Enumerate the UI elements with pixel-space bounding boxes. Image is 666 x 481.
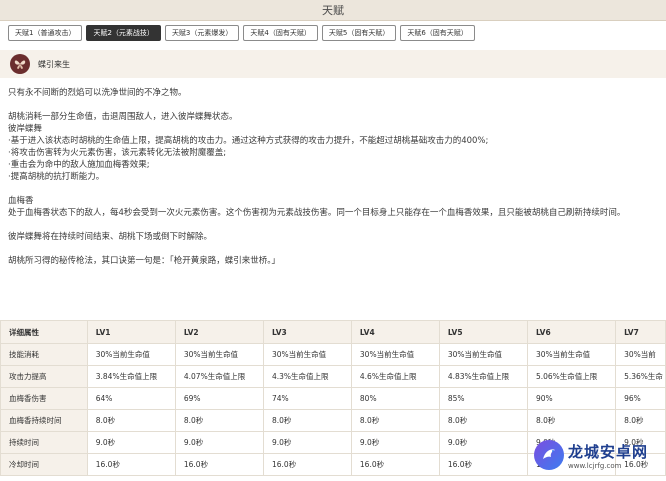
- watermark-title: 龙城安卓网: [568, 442, 649, 461]
- table-row-label: 攻击力提高: [0, 365, 88, 388]
- table-cell: 30%当前生命值: [438, 343, 528, 366]
- end-text: 彼岸蝶舞将在持续时间结束、胡桃下场或倒下时解除。: [8, 232, 213, 242]
- table-cell: 30%当前生命值: [86, 343, 176, 366]
- dragon-logo-icon: [534, 440, 564, 470]
- table-cell: 8.0秒: [526, 409, 617, 432]
- table-cell: 4.83%生命值上限: [438, 365, 528, 388]
- table-cell: 9.0秒: [438, 431, 528, 454]
- table-header-cell: LV1: [86, 320, 176, 344]
- table-cell: 30%当前生命值: [263, 343, 352, 366]
- skill-header: 蝶引来生: [0, 50, 666, 78]
- table-header-row: 详细属性 LV1 LV2 LV3 LV4 LV5 LV6 LV7: [0, 320, 666, 344]
- table-cell: 9.0秒: [174, 431, 265, 454]
- table-cell: 16.0秒: [350, 453, 440, 476]
- table-header-cell: LV6: [526, 320, 617, 344]
- table-header-cell: LV3: [263, 320, 352, 344]
- table-cell: 3.84%生命值上限: [86, 365, 176, 388]
- lore-text: 胡桃所习得的秘传枪法，其口诀第一句是：「枪开黄泉路，蝶引来世桥。」: [8, 256, 281, 266]
- state-line: ·将攻击伤害转为火元素伤害，该元素转化无法被附魔覆盖;: [8, 148, 227, 158]
- table-cell: 30%当前生命值: [526, 343, 617, 366]
- table-cell: 16.0秒: [263, 453, 352, 476]
- table-row-label: 冷却时间: [0, 453, 88, 476]
- table-cell: 8.0秒: [263, 409, 352, 432]
- table-cell: 8.0秒: [438, 409, 528, 432]
- table-cell: 30%当前: [615, 343, 666, 366]
- table-cell: 80%: [350, 387, 440, 410]
- watermark-url: www.lcjrfg.com: [568, 461, 622, 470]
- table-row: 血梅香持续时间 8.0秒 8.0秒 8.0秒 8.0秒 8.0秒 8.0秒 8.…: [0, 409, 666, 432]
- table-row-label: 持续时间: [0, 431, 88, 454]
- table-row: 技能消耗 30%当前生命值 30%当前生命值 30%当前生命值 30%当前生命值…: [0, 343, 666, 366]
- tab-talent-1[interactable]: 天赋1（普通攻击）: [8, 25, 83, 41]
- table-cell: 64%: [86, 387, 176, 410]
- table-cell: 30%当前生命值: [350, 343, 440, 366]
- table-cell: 8.0秒: [86, 409, 176, 432]
- table-cell: 4.3%生命值上限: [263, 365, 352, 388]
- table-header-cell: LV2: [174, 320, 265, 344]
- tab-talent-3[interactable]: 天赋3（元素爆发）: [164, 25, 240, 41]
- state-line: ·重击会为命中的敌人施加血梅香效果;: [8, 160, 150, 170]
- page-title: 天赋: [322, 4, 344, 17]
- table-cell: 74%: [263, 387, 352, 410]
- table-row: 攻击力提高 3.84%生命值上限 4.07%生命值上限 4.3%生命值上限 4.…: [0, 365, 666, 388]
- table-cell: 30%当前生命值: [174, 343, 265, 366]
- table-cell: 8.0秒: [174, 409, 265, 432]
- table-cell: 8.0秒: [350, 409, 440, 432]
- site-watermark: 龙城安卓网 www.lcjrfg.com: [534, 435, 662, 475]
- tab-talent-6[interactable]: 天赋6（固有天赋）: [400, 25, 475, 41]
- butterfly-icon: [10, 54, 30, 74]
- table-row: 血梅香伤害 64% 69% 74% 80% 85% 90% 96%: [0, 387, 666, 410]
- table-row-label: 血梅香伤害: [0, 387, 88, 410]
- tab-talent-4[interactable]: 天赋4（固有天赋）: [243, 25, 318, 41]
- talent-tabs: 天赋1（普通攻击） 天赋2（元素战技） 天赋3（元素爆发） 天赋4（固有天赋） …: [8, 25, 666, 41]
- table-cell: 5.36%生命: [615, 365, 666, 388]
- table-cell: 4.6%生命值上限: [350, 365, 440, 388]
- skill-description: 只有永不间断的烈焰可以洗净世间的不净之物。 胡桃消耗一部分生命值，击退周围敌人，…: [8, 87, 658, 267]
- table-header-cell: LV4: [350, 320, 440, 344]
- flavor-text: 只有永不间断的烈焰可以洗净世间的不净之物。: [8, 88, 187, 98]
- table-cell: 9.0秒: [86, 431, 176, 454]
- table-header-cell: 详细属性: [0, 320, 88, 344]
- skill-name: 蝶引来生: [38, 59, 70, 69]
- page-title-bar: 天赋: [0, 0, 666, 21]
- table-cell: 4.07%生命值上限: [174, 365, 265, 388]
- table-row-label: 技能消耗: [0, 343, 88, 366]
- table-cell: 16.0秒: [86, 453, 176, 476]
- blood-text: 处于血梅香状态下的敌人，每4秒会受到一次火元素伤害。这个伤害视为元素战技伤害。同…: [8, 208, 626, 218]
- table-cell: 69%: [174, 387, 265, 410]
- table-row-label: 血梅香持续时间: [0, 409, 88, 432]
- table-cell: 90%: [526, 387, 617, 410]
- table-cell: 9.0秒: [350, 431, 440, 454]
- table-cell: 8.0秒: [615, 409, 666, 432]
- state-line: ·提高胡桃的抗打断能力。: [8, 172, 105, 182]
- table-cell: 16.0秒: [174, 453, 265, 476]
- table-cell: 5.06%生命值上限: [526, 365, 617, 388]
- state-name: 彼岸蝶舞: [8, 124, 43, 134]
- tab-talent-2[interactable]: 天赋2（元素战技）: [86, 25, 161, 41]
- table-cell: 96%: [615, 387, 666, 410]
- tab-talent-5[interactable]: 天赋5（固有天赋）: [321, 25, 397, 41]
- table-cell: 85%: [438, 387, 528, 410]
- table-cell: 9.0秒: [263, 431, 352, 454]
- blood-name: 血梅香: [8, 196, 34, 206]
- state-line: ·基于进入该状态时胡桃的生命值上限，提高胡桃的攻击力。通过这种方式获得的攻击力提…: [8, 136, 489, 146]
- table-cell: 16.0秒: [438, 453, 528, 476]
- table-header-cell: LV7: [615, 320, 666, 344]
- table-header-cell: LV5: [438, 320, 528, 344]
- effect-intro: 胡桃消耗一部分生命值，击退周围敌人，进入彼岸蝶舞状态。: [8, 112, 238, 122]
